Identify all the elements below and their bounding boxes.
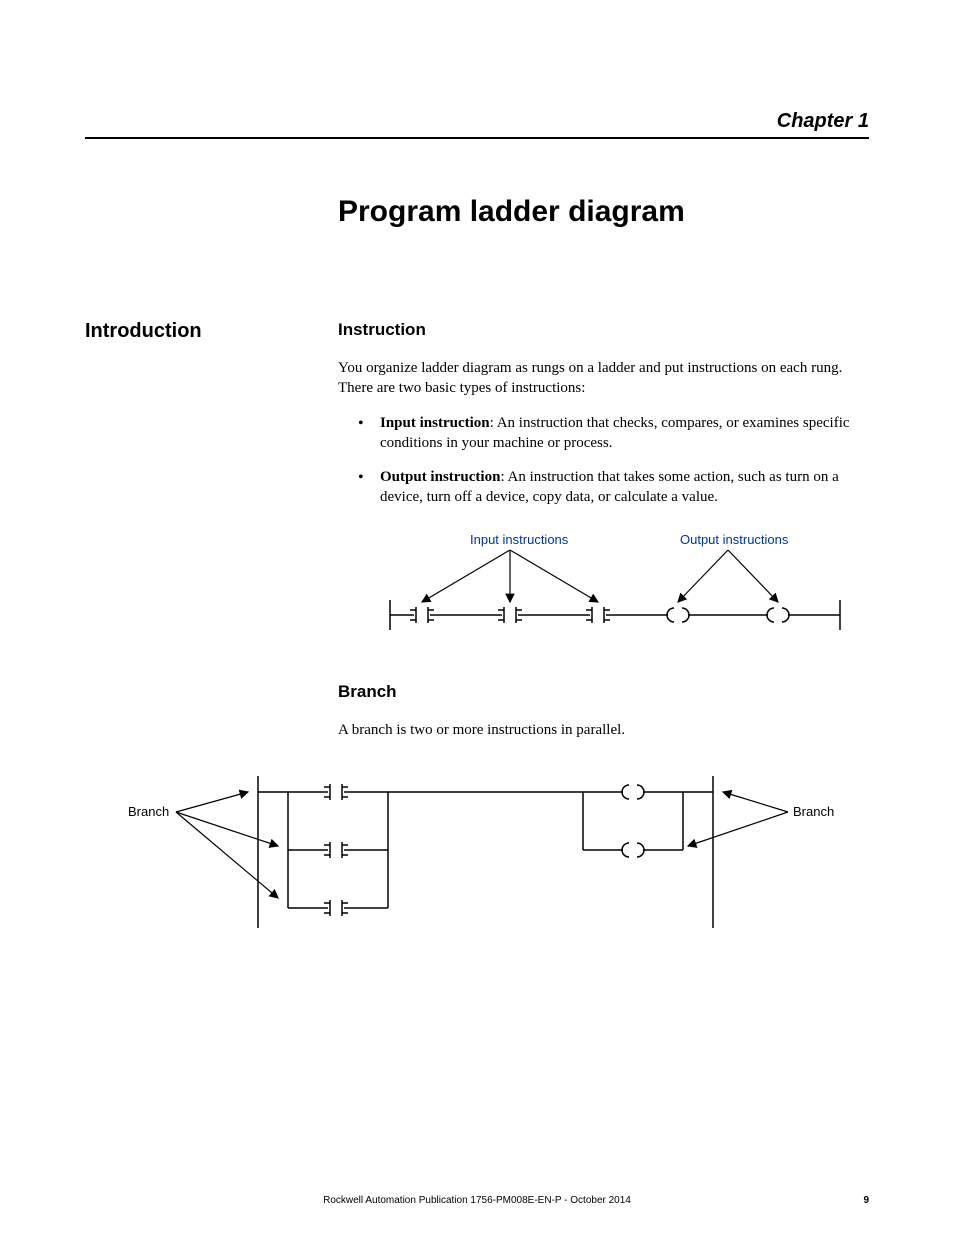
coil-symbol xyxy=(667,607,689,623)
branch-diagram: Branch Branch xyxy=(128,768,838,938)
branch-left-label: Branch xyxy=(128,804,169,819)
instruction-subheading: Instruction xyxy=(338,320,869,340)
footer-page-number: 9 xyxy=(863,1195,869,1206)
input-instruction-bullet: Input instruction: An instruction that c… xyxy=(358,413,869,454)
output-instruction-bullet: Output instruction: An instruction that … xyxy=(358,467,869,508)
output-instructions-label: Output instructions xyxy=(680,532,789,547)
output-instruction-label: Output instruction xyxy=(380,469,500,485)
footer-publication-info: Rockwell Automation Publication 1756-PM0… xyxy=(85,1195,869,1206)
rung-diagram: Input instructions Output instructions xyxy=(380,530,860,645)
instruction-bullet-list: Input instruction: An instruction that c… xyxy=(358,413,869,508)
input-instruction-label: Input instruction xyxy=(380,415,490,431)
branch-subheading: Branch xyxy=(338,682,869,702)
instruction-section: Instruction You organize ladder diagram … xyxy=(338,320,869,522)
input-instructions-label: Input instructions xyxy=(470,532,569,547)
chapter-label: Chapter 1 xyxy=(85,110,869,133)
page-header: Chapter 1 xyxy=(85,110,869,139)
section-heading-introduction: Introduction xyxy=(85,320,202,343)
branch-section: Branch A branch is two or more instructi… xyxy=(338,682,869,754)
branch-paragraph: A branch is two or more instructions in … xyxy=(338,720,869,740)
coil-symbol xyxy=(622,842,644,858)
branch-right-label: Branch xyxy=(793,804,834,819)
page-title: Program ladder diagram xyxy=(338,195,685,229)
instruction-intro-paragraph: You organize ladder diagram as rungs on … xyxy=(338,358,869,399)
coil-symbol xyxy=(767,607,789,623)
coil-symbol xyxy=(622,784,644,800)
